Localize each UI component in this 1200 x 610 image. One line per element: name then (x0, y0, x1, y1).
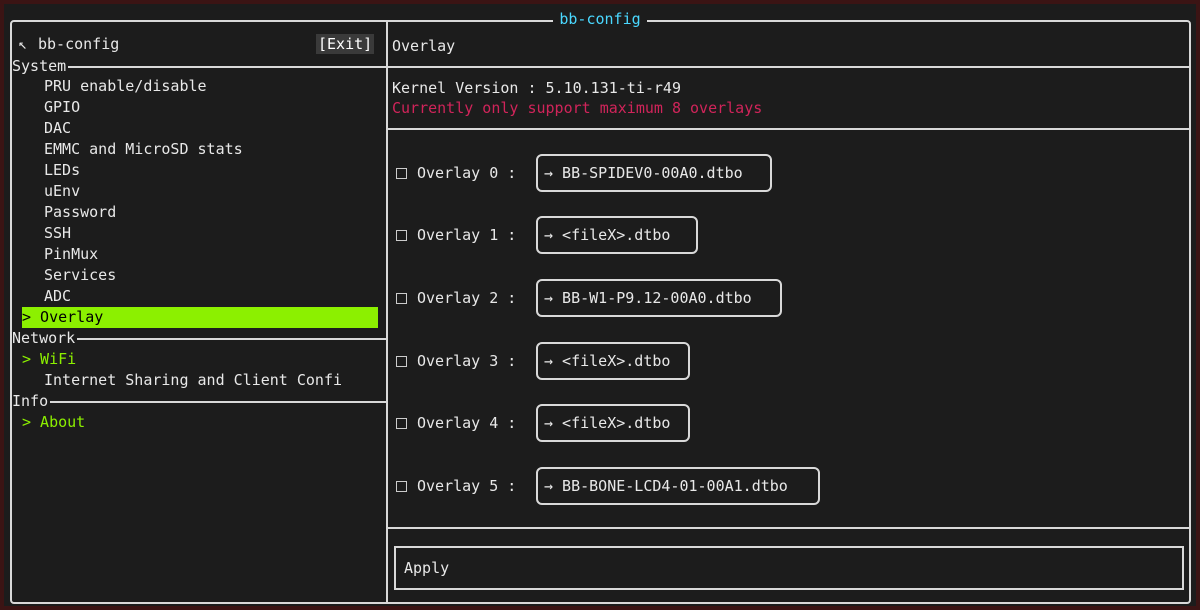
page-title: Overlay (392, 37, 456, 55)
overlay-label-1: Overlay 1 : (417, 226, 517, 244)
overlay-row-1: Overlay 1 : (390, 220, 516, 250)
overlay-row-2: Overlay 2 : (390, 283, 516, 313)
overlay-file-1[interactable]: → <fileX>.dtbo (536, 216, 698, 254)
overlay-label-0: Overlay 0 : (417, 164, 517, 182)
overlay-label-3: Overlay 3 : (417, 352, 517, 370)
terminal-window: ↖ bb-config [Exit] System PRU enable/dis… (4, 4, 1196, 606)
kernel-version: Kernel Version : 5.10.131-ti-r49 (392, 79, 681, 97)
overlay-file-0[interactable]: → BB-SPIDEV0-00A0.dtbo (536, 154, 772, 192)
sidebar-item-gpio[interactable]: GPIO (44, 97, 400, 118)
checkbox-overlay-5[interactable] (396, 480, 407, 492)
section-network-label: Network (12, 329, 78, 347)
sidebar-item-ssh[interactable]: SSH (44, 223, 400, 244)
overlay-label-2: Overlay 2 : (417, 289, 517, 307)
overlay-row-0: Overlay 0 : (390, 158, 516, 188)
overlay-limit-warning: Currently only support maximum 8 overlay… (392, 99, 763, 117)
checkbox-overlay-1[interactable] (396, 229, 407, 241)
sidebar-item-wifi[interactable]: > WiFi (22, 349, 378, 370)
overlay-label-5: Overlay 5 : (417, 477, 517, 495)
sidebar-item-uenv[interactable]: uEnv (44, 181, 400, 202)
sidebar-item-password[interactable]: Password (44, 202, 400, 223)
apply-button[interactable]: Apply (394, 546, 1184, 590)
checkbox-overlay-2[interactable] (396, 292, 407, 304)
app-border: ↖ bb-config [Exit] System PRU enable/dis… (10, 20, 1191, 604)
checkbox-overlay-0[interactable] (396, 167, 407, 179)
sidebar-item-services[interactable]: Services (44, 265, 400, 286)
overlay-file-3[interactable]: → <fileX>.dtbo (536, 342, 690, 380)
sidebar-header-label: bb-config (38, 35, 120, 53)
sidebar-item-about[interactable]: > About (22, 412, 378, 433)
sidebar-item-internet-sharing[interactable]: Internet Sharing and Client Confi (44, 370, 384, 391)
sidebar-item-emmc[interactable]: EMMC and MicroSD stats (44, 139, 400, 160)
overlay-file-5[interactable]: → BB-BONE-LCD4-01-00A1.dtbo (536, 467, 820, 505)
sidebar-item-overlay[interactable]: > Overlay (22, 307, 378, 328)
section-system-label: System (12, 57, 69, 75)
overlay-label-4: Overlay 4 : (417, 414, 517, 432)
exit-button[interactable]: [Exit] (316, 34, 375, 54)
sidebar-item-dac[interactable]: DAC (44, 118, 400, 139)
section-info-label: Info (12, 392, 51, 410)
window-title: bb-config (553, 8, 647, 30)
overlay-file-2[interactable]: → BB-W1-P9.12-00A0.dtbo (536, 279, 782, 317)
sidebar-item-pru[interactable]: PRU enable/disable (44, 76, 400, 97)
sidebar-item-leds[interactable]: LEDs (44, 160, 400, 181)
back-icon[interactable]: ↖ (18, 34, 27, 54)
checkbox-overlay-3[interactable] (396, 355, 407, 367)
overlay-row-5: Overlay 5 : (390, 471, 516, 501)
overlay-row-3: Overlay 3 : (390, 346, 516, 376)
sidebar-item-adc[interactable]: ADC (44, 286, 400, 307)
sidebar-item-pinmux[interactable]: PinMux (44, 244, 400, 265)
overlay-row-4: Overlay 4 : (390, 408, 516, 438)
overlay-file-4[interactable]: → <fileX>.dtbo (536, 404, 690, 442)
checkbox-overlay-4[interactable] (396, 417, 407, 429)
